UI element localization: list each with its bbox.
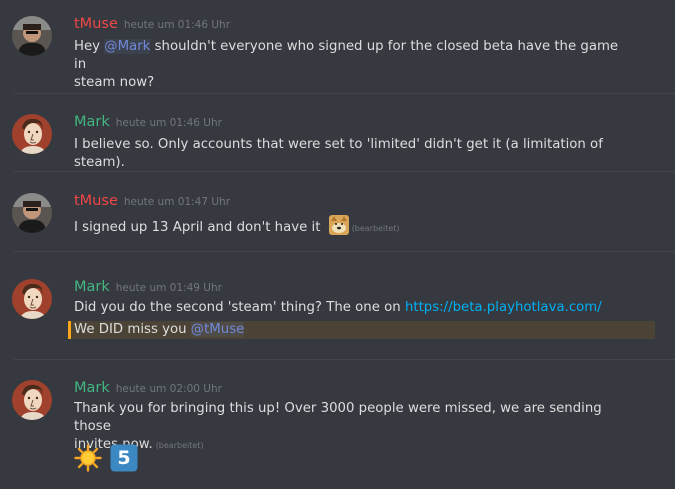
message-header: tMuse heute um 01:47 Uhr bbox=[74, 191, 230, 209]
avatar-mark[interactable] bbox=[12, 114, 52, 154]
doge-emoji-icon bbox=[328, 215, 349, 235]
five-emoji-label: 5 bbox=[117, 447, 131, 469]
timestamp: heute um 01:49 Uhr bbox=[115, 282, 222, 294]
author-name[interactable]: tMuse bbox=[74, 193, 118, 209]
author-name[interactable]: Mark bbox=[74, 279, 110, 295]
avatar-tmuse[interactable] bbox=[12, 16, 52, 56]
timestamp: heute um 02:00 Uhr bbox=[115, 383, 222, 395]
message-text: I believe so. Only accounts that were se… bbox=[74, 137, 603, 170]
text-segment: shouldn't everyone who signed up for the… bbox=[74, 39, 619, 72]
avatar-tmuse[interactable] bbox=[12, 193, 52, 233]
message-text: Did you do the second 'steam' thing? The… bbox=[74, 299, 634, 317]
timestamp: heute um 01:46 Uhr bbox=[115, 117, 222, 129]
avatar-mark[interactable] bbox=[12, 380, 52, 420]
mention-tmuse[interactable]: @tMuse bbox=[190, 322, 245, 337]
text-segment: Thank you for bringing this up! Over 300… bbox=[74, 401, 602, 434]
message-header: Mark heute um 01:49 Uhr bbox=[74, 277, 222, 295]
avatar-mark[interactable] bbox=[12, 279, 52, 319]
timestamp: heute um 01:46 Uhr bbox=[123, 19, 231, 31]
mention-mark[interactable]: @Mark bbox=[104, 39, 151, 54]
author-name[interactable]: Mark bbox=[74, 380, 110, 396]
author-name[interactable]: Mark bbox=[74, 114, 110, 130]
text-segment: steam now? bbox=[74, 75, 155, 90]
message-emojis: 5 bbox=[74, 444, 146, 472]
message-divider bbox=[14, 251, 675, 252]
beta-link[interactable]: https://beta.playhotlava.com/ bbox=[405, 300, 602, 315]
message-text: Thank you for bringing this up! Over 300… bbox=[74, 400, 634, 455]
message-text-highlighted: We DID miss you @tMuse bbox=[74, 321, 634, 339]
message-divider bbox=[14, 93, 675, 94]
message-text: I signed up 13 April and don't have it (… bbox=[74, 215, 634, 238]
message-divider bbox=[14, 359, 675, 360]
message-header: Mark heute um 01:46 Uhr bbox=[74, 112, 222, 130]
text-segment: I signed up 13 April and don't have it bbox=[74, 220, 325, 235]
text-segment: Hey bbox=[74, 39, 105, 54]
edited-label: (bearbeitet) bbox=[351, 224, 400, 233]
sun-emoji-icon bbox=[74, 444, 102, 472]
text-segment: We DID miss you bbox=[74, 322, 191, 337]
timestamp: heute um 01:47 Uhr bbox=[123, 196, 231, 208]
message-text: Hey @Mark shouldn't everyone who signed … bbox=[74, 38, 634, 92]
author-name[interactable]: tMuse bbox=[74, 16, 118, 32]
message-divider bbox=[14, 171, 675, 172]
message-header: tMuse heute um 01:46 Uhr bbox=[74, 14, 230, 32]
edited-label: (bearbeitet) bbox=[155, 441, 204, 450]
text-segment: Did you do the second 'steam' thing? The… bbox=[74, 300, 405, 315]
message-header: Mark heute um 02:00 Uhr bbox=[74, 378, 222, 396]
